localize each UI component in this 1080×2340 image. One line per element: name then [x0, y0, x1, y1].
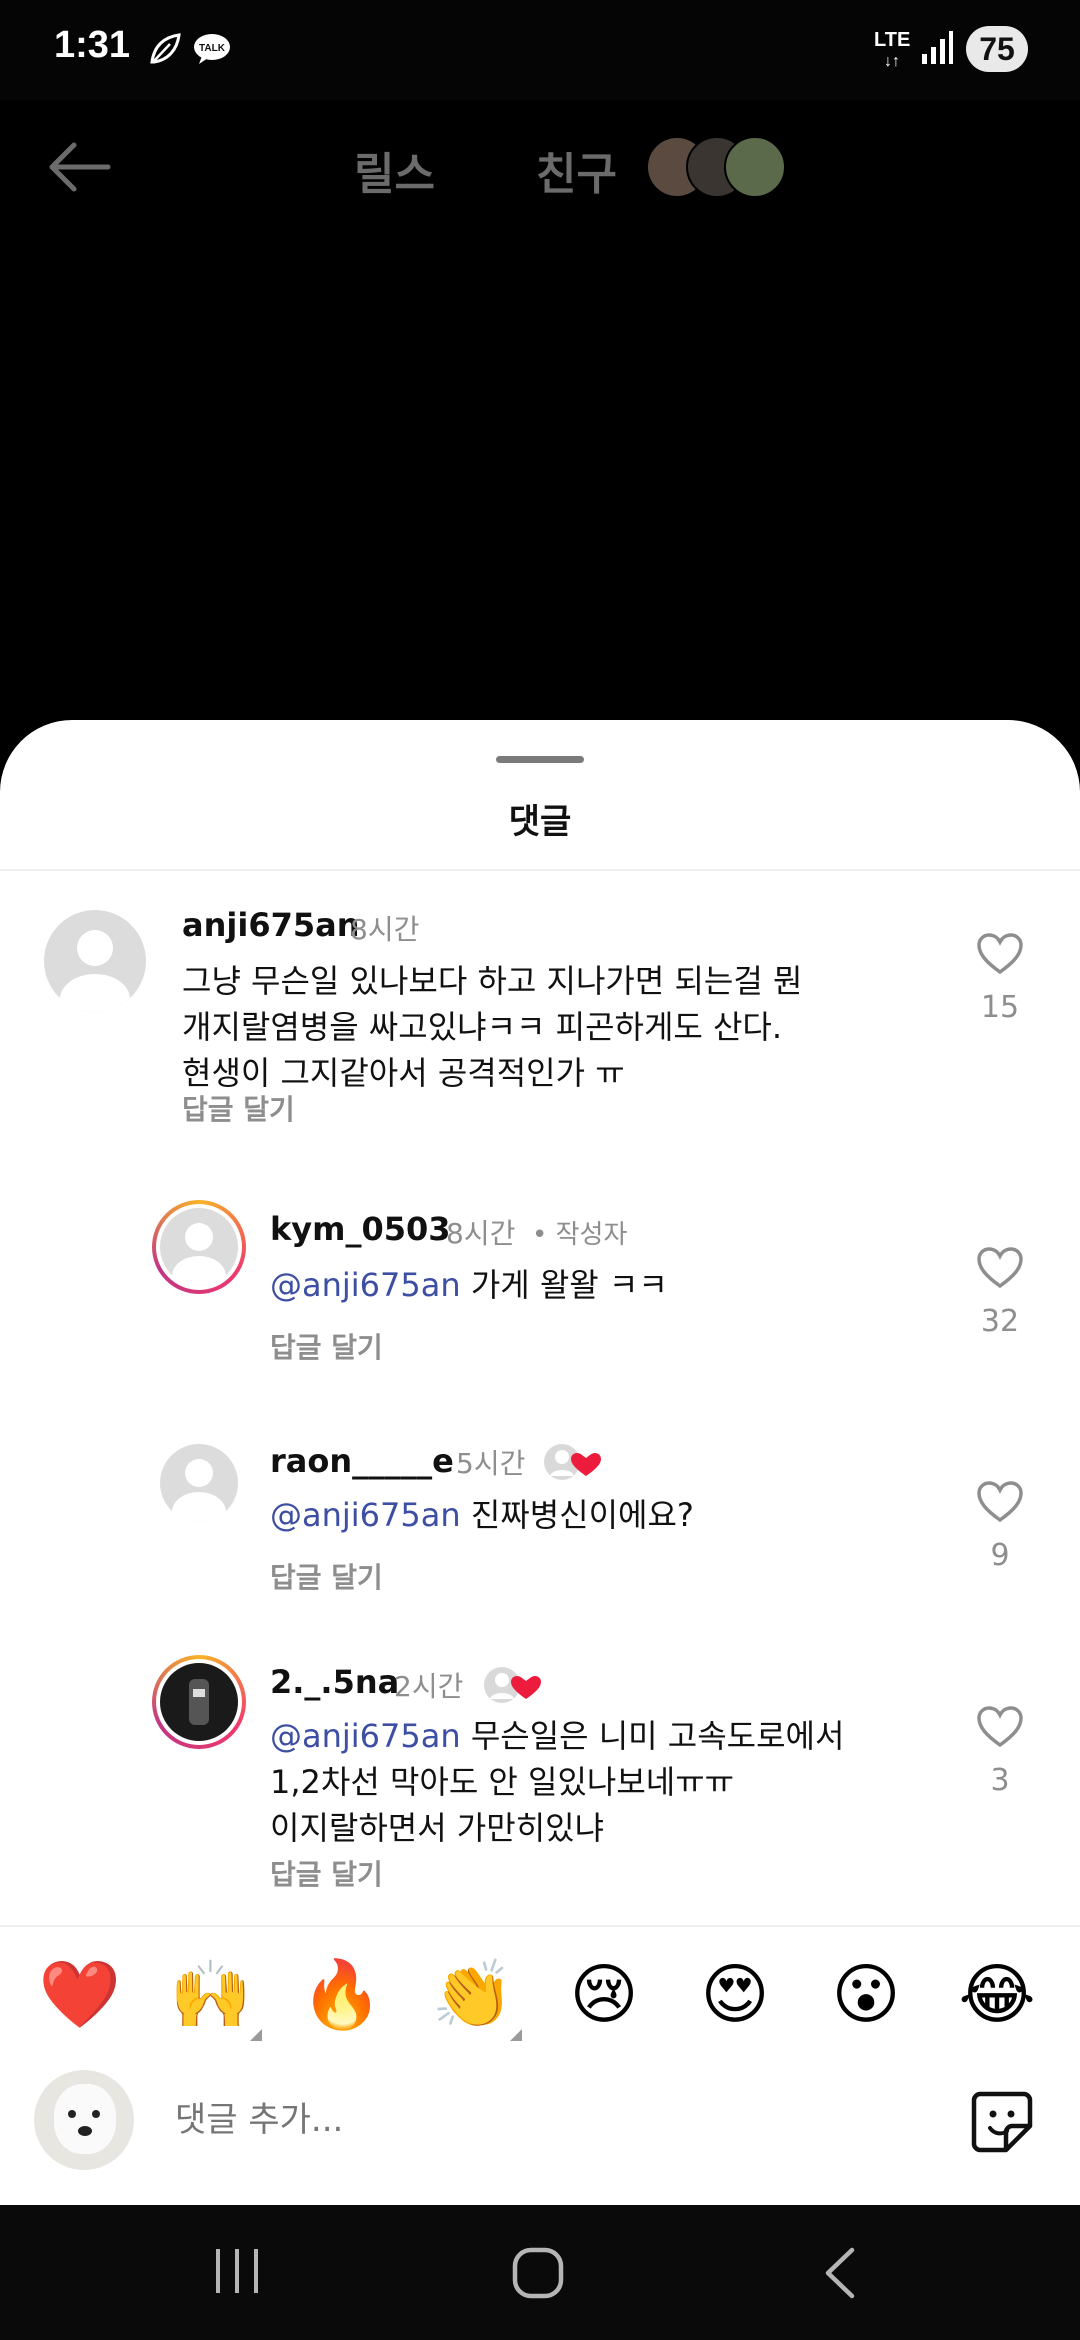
surprised-emoji-button[interactable]: 😮 [816, 1945, 916, 2045]
story-ring[interactable] [152, 1200, 246, 1294]
crying-emoji-button[interactable]: 😢 [554, 1945, 654, 2045]
reply-button[interactable]: 답글 달기 [270, 1853, 383, 1893]
divider [0, 1925, 1080, 1927]
reply-button[interactable]: 답글 달기 [270, 1556, 383, 1596]
reply-button[interactable]: 답글 달기 [270, 1326, 383, 1366]
recent-apps-icon[interactable] [212, 2245, 262, 2297]
status-bar: 1:31 TALK LTE ↓↑ 75 [0, 0, 1080, 100]
heart-icon[interactable] [976, 932, 1024, 976]
heart-icon[interactable] [976, 1246, 1024, 1290]
signal-icon [922, 31, 953, 64]
sheet-grab-handle[interactable] [496, 756, 584, 763]
svg-text:TALK: TALK [199, 43, 226, 54]
fire-emoji-button[interactable]: 🔥 [292, 1945, 392, 2045]
system-nav-bar [0, 2205, 1080, 2340]
back-arrow-icon[interactable] [44, 140, 112, 194]
comment: anji675an 8시간 그냥 무슨일 있나보다 하고 지나가면 되는걸 뭔 … [0, 880, 1080, 1126]
comment-username[interactable]: anji675an [182, 906, 359, 944]
liked-by-author-badge [484, 1667, 541, 1703]
like-count: 32 [980, 1304, 1020, 1339]
raising-hands-emoji-button[interactable]: 🙌 [161, 1945, 261, 2045]
kakaotalk-icon: TALK [194, 34, 230, 64]
comments-sheet: 댓글 anji675an 8시간 그냥 무슨일 있나보다 하고 지나가면 되는걸… [0, 720, 1080, 2205]
comment-time: 5시간 [456, 1447, 526, 1480]
comment: 2._.5na 2시간 @anji675an 무슨일은 니미 고속도로에서 1,… [0, 1655, 1080, 1915]
mention-link[interactable]: @anji675an [270, 1496, 461, 1534]
tab-friends[interactable]: 친구 [536, 138, 617, 202]
divider [0, 869, 1080, 871]
avatar [160, 1663, 238, 1741]
friend-avatar [724, 136, 786, 198]
reply-button[interactable]: 답글 달기 [182, 1088, 295, 1128]
battery-indicator: 75 [966, 26, 1028, 72]
lte-icon: LTE ↓↑ [874, 29, 911, 70]
avatar[interactable] [44, 910, 146, 1012]
like-count: 3 [990, 1763, 1010, 1798]
comment-username[interactable]: kym_0503 [270, 1210, 451, 1248]
mention-link[interactable]: @anji675an [270, 1266, 461, 1304]
skin-tone-indicator [250, 2029, 262, 2041]
heart-emoji-button[interactable]: ❤️ [30, 1945, 130, 2045]
sheet-title: 댓글 [508, 802, 572, 842]
author-label: • 작성자 [532, 1220, 628, 1250]
story-ring[interactable] [152, 1655, 246, 1749]
sticker-icon[interactable] [970, 2090, 1034, 2154]
clapping-emoji-button[interactable]: 👏 [423, 1945, 523, 2045]
status-time: 1:31 [54, 24, 131, 66]
heart-icon[interactable] [976, 1705, 1024, 1749]
comment-time: 8시간 [350, 913, 420, 946]
comment-text: @anji675an 가게 왈왈 ㅋㅋ [270, 1266, 668, 1304]
comment: raon_____e 5시간 @anji675an 진짜병신이에요? 답글 달기… [0, 1420, 1080, 1600]
comment-text: @anji675an 무슨일은 니미 고속도로에서 1,2차선 막아도 안 일있… [270, 1717, 845, 1847]
tab-reels[interactable]: 릴스 [354, 138, 435, 202]
heart-eyes-emoji-button[interactable]: 😍 [685, 1945, 785, 2045]
comment: kym_0503 8시간 • 작성자 @anji675an 가게 왈왈 ㅋㅋ 답… [0, 1190, 1080, 1370]
comment-username[interactable]: raon_____e [270, 1442, 454, 1480]
top-nav: 릴스 친구 [0, 110, 1080, 220]
comment-text: @anji675an 진짜병신이에요? [270, 1496, 694, 1534]
back-icon[interactable] [820, 2245, 860, 2301]
avatar [160, 1208, 238, 1286]
heart-icon[interactable] [976, 1480, 1024, 1524]
avatar[interactable] [160, 1444, 238, 1522]
laughing-emoji-button[interactable]: 😂 [947, 1945, 1047, 2045]
comment-time: 8시간 [446, 1217, 516, 1250]
comment-input[interactable] [175, 2092, 875, 2148]
liked-by-author-badge [544, 1444, 601, 1480]
emoji-quick-reactions: ❤️ 🙌 🔥 👏 😢 😍 😮 😂 [0, 1945, 1080, 2055]
like-count: 15 [980, 990, 1020, 1025]
my-avatar [34, 2070, 134, 2170]
comment-time: 2시간 [394, 1670, 464, 1703]
like-count: 9 [990, 1538, 1010, 1573]
skin-tone-indicator [510, 2029, 522, 2041]
comment-text: 그냥 무슨일 있나보다 하고 지나가면 되는걸 뭔 개지랄염병을 싸고있냐ㅋㅋ … [182, 962, 803, 1092]
home-icon[interactable] [510, 2245, 566, 2301]
comment-username[interactable]: 2._.5na [270, 1663, 399, 1701]
leaf-icon [150, 33, 181, 64]
friend-avatars[interactable] [646, 136, 786, 198]
mention-link[interactable]: @anji675an [270, 1717, 461, 1755]
